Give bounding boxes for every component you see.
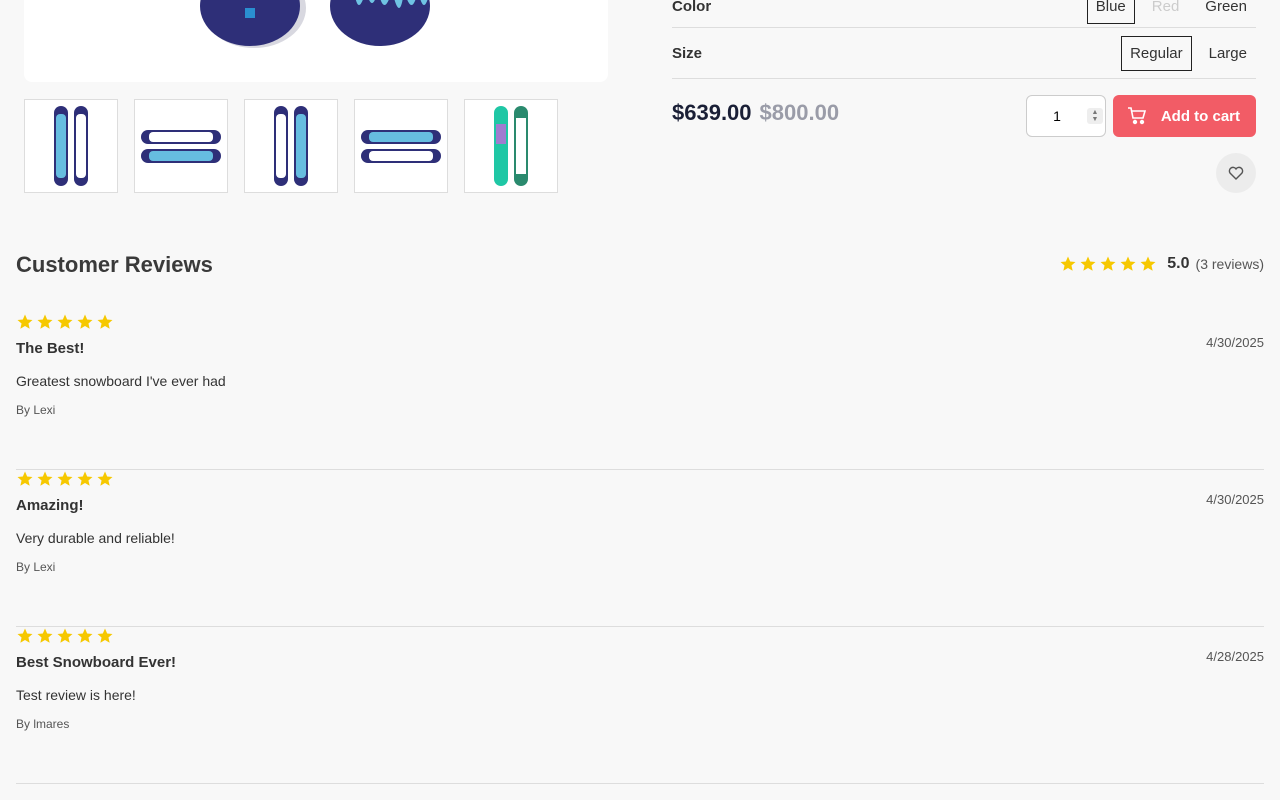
review-date: 4/28/2025 [1206, 649, 1264, 664]
star-icon [77, 471, 93, 486]
cart-icon [1127, 107, 1146, 125]
thumbnail-4[interactable] [354, 99, 448, 193]
add-to-cart-label: Add to cart [1160, 107, 1240, 125]
add-to-cart-button[interactable]: Add to cart [1113, 95, 1256, 137]
stepper-arrows-icon[interactable]: ▲ ▼ [1087, 108, 1103, 124]
star-icon [57, 471, 73, 486]
review-item: Amazing! Very durable and reliable! By L… [16, 470, 1264, 627]
star-icon [17, 314, 33, 329]
star-icon [1140, 256, 1156, 271]
star-icon [37, 628, 53, 643]
wishlist-button[interactable] [1216, 153, 1256, 193]
size-option-row: Size Regular Large [672, 28, 1256, 79]
quantity-input[interactable] [1027, 108, 1087, 124]
review-author: By lmares [16, 717, 70, 731]
review-body: Test review is here! [16, 687, 136, 703]
star-icon [97, 628, 113, 643]
thumbnail-3[interactable] [244, 99, 338, 193]
color-choices: Blue Red Green [1086, 0, 1256, 24]
review-title: Amazing! [16, 497, 84, 514]
star-icon [17, 628, 33, 643]
price-block: $639.00 $800.00 [672, 100, 839, 126]
review-stars [16, 470, 114, 488]
star-icon [37, 471, 53, 486]
star-icon [17, 471, 33, 486]
size-choices: Regular Large [1121, 35, 1256, 71]
review-stars [16, 313, 114, 331]
sale-price: $639.00 [672, 100, 752, 125]
review-date: 4/30/2025 [1206, 335, 1264, 350]
color-red-button[interactable]: Red [1143, 0, 1189, 24]
size-large-button[interactable]: Large [1200, 36, 1256, 71]
thumbnail-strip [24, 99, 558, 193]
review-item: The Best! Greatest snowboard I've ever h… [16, 313, 1264, 470]
average-rating: 5.0 [1167, 255, 1190, 272]
color-blue-button[interactable]: Blue [1086, 0, 1135, 24]
review-author: By Lexi [16, 560, 56, 574]
size-regular-button[interactable]: Regular [1121, 35, 1192, 71]
thumbnail-2[interactable] [134, 99, 228, 193]
thumbnail-1[interactable] [24, 99, 118, 193]
review-date: 4/30/2025 [1206, 492, 1264, 507]
size-label: Size [672, 44, 703, 62]
quantity-stepper: ▲▼ [1026, 95, 1106, 137]
star-icon [77, 628, 93, 643]
compare-price: $800.00 [759, 100, 840, 125]
review-title: Best Snowboard Ever! [16, 654, 177, 671]
star-icon [37, 314, 53, 329]
main-product-image [24, 0, 608, 82]
star-icon [1080, 256, 1096, 271]
review-item: Best Snowboard Ever! Test review is here… [16, 627, 1264, 784]
color-green-button[interactable]: Green [1196, 0, 1256, 24]
review-body: Greatest snowboard I've ever had [16, 373, 226, 389]
thumbnail-5[interactable] [464, 99, 558, 193]
star-icon [77, 314, 93, 329]
star-icon [1120, 256, 1136, 271]
summary-stars [1059, 255, 1157, 273]
star-icon [97, 471, 113, 486]
heart-icon [1228, 166, 1244, 180]
review-stars [16, 627, 114, 645]
star-icon [97, 314, 113, 329]
review-body: Very durable and reliable! [16, 530, 175, 546]
review-author: By Lexi [16, 403, 56, 417]
color-option-row: Color Blue Red Green [672, 0, 1256, 28]
reviews-summary: 5.0 (3 reviews) [1059, 255, 1264, 273]
reviews-title: Customer Reviews [16, 252, 213, 277]
star-icon [57, 314, 73, 329]
star-icon [57, 628, 73, 643]
review-count: (3 reviews) [1195, 256, 1264, 272]
star-icon [1060, 256, 1076, 271]
star-icon [1100, 256, 1116, 271]
color-label: Color [672, 0, 712, 15]
review-title: The Best! [16, 340, 85, 357]
